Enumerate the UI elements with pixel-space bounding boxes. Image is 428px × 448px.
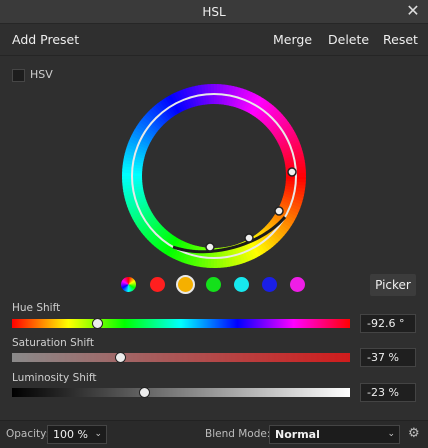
saturation-shift-slider[interactable] bbox=[12, 352, 350, 363]
swatch-cyan[interactable] bbox=[233, 276, 249, 292]
saturation-shift-value[interactable]: -37 % bbox=[360, 348, 416, 367]
curve-handle[interactable] bbox=[287, 167, 297, 177]
hue-wheel[interactable] bbox=[122, 84, 306, 268]
opacity-select[interactable]: 100 % ⌄ bbox=[47, 425, 107, 444]
hue-shift-label: Hue Shift bbox=[12, 302, 61, 314]
blend-mode-value: Normal bbox=[275, 428, 320, 441]
luminosity-shift-label: Luminosity Shift bbox=[12, 372, 97, 384]
swatch-magenta[interactable] bbox=[289, 276, 305, 292]
hue-shift-value[interactable]: -92.6 ° bbox=[360, 314, 416, 333]
hue-shift-slider[interactable] bbox=[12, 318, 350, 329]
hsv-label: HSV bbox=[30, 68, 53, 81]
hue-shift-knob[interactable] bbox=[91, 318, 103, 329]
swatch-yellow[interactable] bbox=[175, 274, 195, 294]
gear-icon[interactable]: ⚙ bbox=[408, 426, 420, 441]
curve-handle[interactable] bbox=[244, 233, 254, 243]
chevron-down-icon: ⌄ bbox=[94, 429, 102, 439]
luminosity-shift-value[interactable]: -23 % bbox=[360, 383, 416, 402]
adjustment-curve bbox=[131, 93, 297, 259]
swatch-blue[interactable] bbox=[261, 276, 277, 292]
blend-mode-label: Blend Mode: bbox=[205, 428, 271, 440]
merge-button[interactable]: Merge bbox=[273, 32, 312, 47]
saturation-shift-knob[interactable] bbox=[115, 352, 127, 363]
picker-button[interactable]: Picker bbox=[370, 274, 416, 296]
chevron-down-icon: ⌄ bbox=[387, 429, 395, 439]
close-icon[interactable]: ✕ bbox=[404, 2, 422, 20]
curve-handle[interactable] bbox=[274, 206, 284, 216]
hsv-checkbox[interactable] bbox=[12, 69, 25, 82]
opacity-label: Opacity: bbox=[6, 428, 50, 440]
luminosity-shift-slider[interactable] bbox=[12, 387, 350, 398]
delete-button[interactable]: Delete bbox=[328, 32, 369, 47]
curve-handle[interactable] bbox=[205, 242, 215, 252]
hue-wheel-graphic[interactable] bbox=[122, 84, 306, 268]
toolbar: Add Preset Merge Delete Reset bbox=[0, 24, 428, 56]
saturation-shift-label: Saturation Shift bbox=[12, 337, 94, 349]
title-bar: HSL ✕ bbox=[0, 0, 428, 24]
swatch-red[interactable] bbox=[149, 276, 165, 292]
luminosity-shift-knob[interactable] bbox=[138, 387, 150, 398]
bottom-bar: Opacity: 100 % ⌄ Blend Mode: Normal ⌄ ⚙ bbox=[0, 420, 428, 448]
swatch-master[interactable] bbox=[120, 276, 136, 292]
blend-mode-select[interactable]: Normal ⌄ bbox=[269, 425, 400, 444]
swatch-green[interactable] bbox=[205, 276, 221, 292]
add-preset-button[interactable]: Add Preset bbox=[12, 32, 79, 47]
reset-button[interactable]: Reset bbox=[383, 32, 418, 47]
opacity-value: 100 % bbox=[53, 428, 88, 441]
window-title: HSL bbox=[202, 5, 226, 19]
